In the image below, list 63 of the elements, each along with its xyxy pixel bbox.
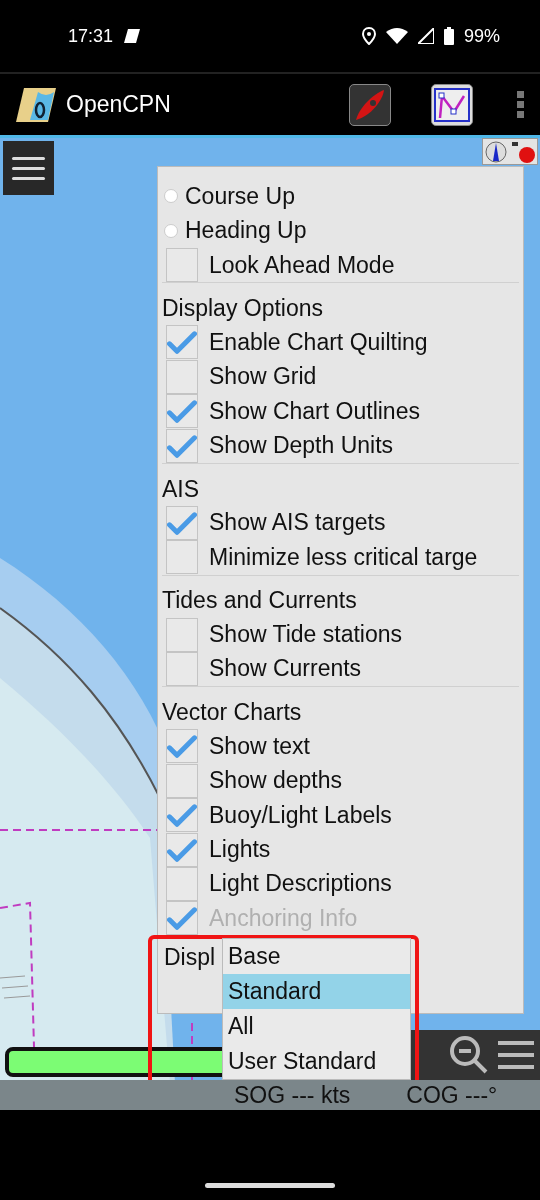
checkbox[interactable] (166, 428, 198, 463)
option-label: Show depths (209, 767, 342, 795)
option-label: Course Up (185, 182, 295, 210)
option-label: Enable Chart Quilting (209, 328, 428, 356)
option-label: Show Chart Outlines (209, 397, 420, 425)
wifi-icon (385, 28, 408, 44)
dropdown-option[interactable]: Base (223, 939, 410, 974)
signal-icon (417, 28, 434, 44)
compass-panel[interactable] (482, 138, 538, 165)
section-heading: AIS (162, 462, 519, 506)
location-icon (361, 27, 376, 45)
radio-button[interactable] (164, 223, 178, 238)
checkbox[interactable] (166, 248, 198, 283)
checkbox[interactable] (166, 763, 198, 798)
menu-icon[interactable] (496, 1039, 536, 1071)
dropdown-option[interactable]: All (223, 1009, 410, 1044)
route-icon (434, 87, 470, 122)
option-label: Show AIS targets (209, 509, 386, 537)
checkbox[interactable] (166, 325, 198, 360)
zoom-out-icon[interactable] (448, 1034, 490, 1076)
app-title: OpenCPN (66, 91, 172, 118)
option-label: Lights (209, 836, 271, 863)
sog-readout: SOG --- kts (234, 1081, 351, 1109)
option-label: Light Descriptions (209, 870, 392, 898)
option-label: Show Grid (209, 363, 317, 391)
dropdown-option[interactable]: Standard (223, 974, 410, 1009)
checkbox[interactable] (166, 866, 198, 901)
home-handle[interactable] (205, 1183, 335, 1188)
boat-icon (353, 87, 387, 122)
option-label: Show Tide stations (209, 621, 403, 648)
checkbox[interactable] (166, 832, 198, 867)
cog-readout: COG ---° (406, 1081, 498, 1109)
option-label: Minimize less critical targe (209, 543, 478, 571)
option-label: Heading Up (185, 217, 307, 245)
option-label: Show Depth Units (209, 432, 394, 460)
checkbox[interactable] (166, 729, 198, 764)
battery-icon (443, 27, 454, 45)
radio-button[interactable] (164, 189, 178, 204)
section-heading: Display Options (162, 282, 519, 326)
checkbox[interactable] (166, 505, 198, 540)
battery-percent: 99% (463, 25, 500, 47)
notification-icon (123, 28, 142, 44)
checkbox[interactable] (166, 394, 198, 429)
option-label: Show text (209, 732, 310, 760)
section-heading: Vector Charts (162, 686, 519, 729)
option-label: Buoy/Light Labels (209, 801, 392, 829)
option-label: Show Currents (209, 655, 362, 683)
boat-button[interactable] (349, 83, 391, 126)
clock: 17:31 (68, 25, 114, 47)
checkbox[interactable] (166, 617, 198, 652)
checkbox[interactable] (166, 540, 198, 575)
route-button[interactable] (431, 83, 473, 126)
checkbox[interactable] (166, 651, 198, 686)
dropdown-option[interactable]: User Standard (223, 1044, 410, 1079)
checkbox[interactable] (166, 359, 198, 394)
app-logo (16, 87, 56, 122)
option-label: Displ (164, 943, 216, 972)
section-heading: Tides and Currents (162, 574, 519, 618)
menu-button[interactable] (3, 141, 54, 195)
option-label: Look Ahead Mode (209, 251, 395, 279)
checkbox[interactable] (166, 798, 198, 833)
gps-status-icon (509, 139, 536, 164)
compass-icon (484, 140, 507, 163)
